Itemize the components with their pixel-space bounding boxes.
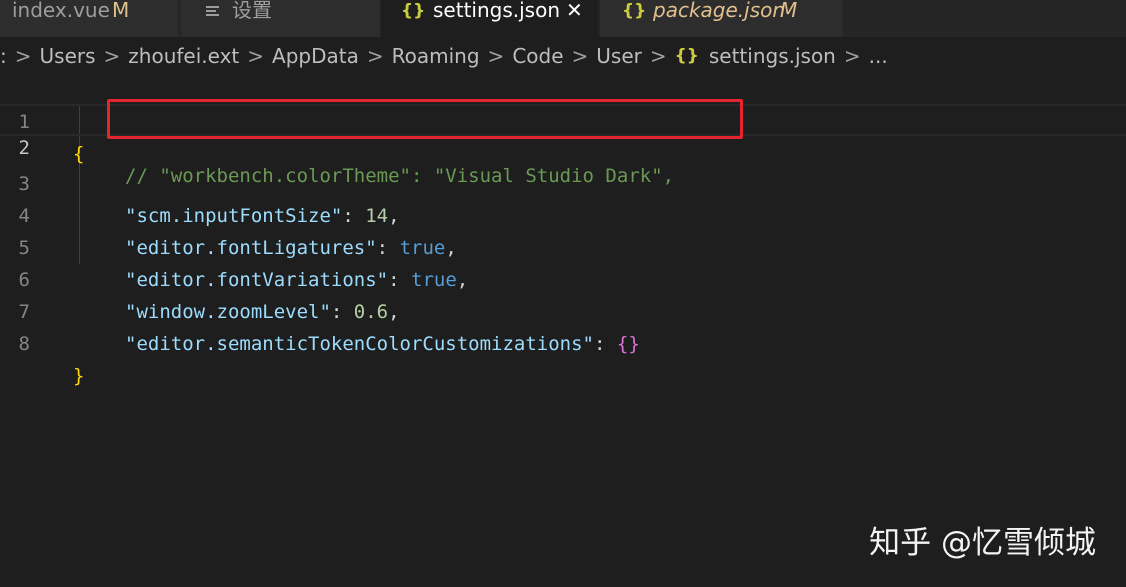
- tab-settings-json[interactable]: {} settings.json ✕: [381, 0, 598, 37]
- code-line-6[interactable]: 6 "window.zoomLevel": 0.6,: [0, 232, 1126, 323]
- chevron-right-icon: >: [843, 44, 861, 68]
- close-brace: }: [73, 365, 85, 387]
- breadcrumb-item[interactable]: Users: [40, 40, 96, 72]
- tab-label: package.json: [653, 0, 786, 22]
- tab-settings-ui[interactable]: 设置: [181, 0, 380, 37]
- code-line-3[interactable]: 3 "scm.inputFontSize": 14,: [0, 136, 1126, 227]
- tab-label: 设置: [232, 0, 272, 22]
- chevron-right-icon: >: [649, 44, 667, 68]
- line-number: 8: [18, 333, 30, 355]
- tab-index-vue[interactable]: index.vue M: [0, 0, 178, 37]
- chevron-right-icon: >: [247, 44, 265, 68]
- breadcrumb-lead: :: [0, 44, 7, 68]
- breadcrumb-item[interactable]: AppData: [272, 40, 359, 72]
- setting-key: "editor.semanticTokenColorCustomizations…: [125, 333, 594, 355]
- json-braces-icon: {}: [622, 1, 647, 21]
- editor-tab-bar: index.vue M 设置 {} settings.json ✕ {} pac…: [0, 0, 1126, 37]
- tab-label: settings.json: [433, 0, 561, 22]
- chevron-right-icon: >: [14, 44, 32, 68]
- modified-badge: M: [112, 0, 130, 22]
- breadcrumb: : > Users > zhoufei.ext > AppData > Roaming > Code…: [0, 40, 1126, 72]
- code-line-4[interactable]: 4 "editor.fontLigatures": true,: [0, 168, 1126, 259]
- tab-package-json[interactable]: {} package.json M: [600, 0, 843, 37]
- breadcrumb-item[interactable]: zhoufei.ext: [128, 40, 239, 72]
- close-icon[interactable]: ✕: [566, 0, 583, 20]
- breadcrumb-item[interactable]: Code: [512, 40, 563, 72]
- breadcrumb-file[interactable]: settings.json: [709, 40, 836, 72]
- breadcrumb-item[interactable]: Roaming: [392, 40, 480, 72]
- modified-badge: M: [780, 0, 798, 22]
- breadcrumb-item[interactable]: User: [596, 40, 642, 72]
- watermark: 知乎 @忆雪倾城: [869, 525, 1096, 561]
- red-highlight-box: [107, 99, 743, 139]
- chevron-right-icon: >: [571, 44, 589, 68]
- settings-lines-icon: [205, 2, 221, 22]
- code-line-8[interactable]: 8 }: [0, 296, 1126, 387]
- chevron-right-icon: >: [103, 44, 121, 68]
- code-line-7[interactable]: 7 "editor.semanticTokenColorCustomizatio…: [0, 264, 1126, 355]
- breadcrumb-tail[interactable]: ...: [869, 40, 888, 72]
- setting-value: {}: [616, 333, 640, 355]
- json-braces-icon: {}: [674, 46, 699, 66]
- tab-label: index.vue: [12, 0, 110, 22]
- code-editor[interactable]: 1 { 2 // "workbench.colorTheme": "Visual…: [0, 72, 1126, 587]
- chevron-right-icon: >: [366, 44, 384, 68]
- chevron-right-icon: >: [487, 44, 505, 68]
- json-braces-icon: {}: [401, 1, 426, 21]
- code-line-5[interactable]: 5 "editor.fontVariations": true,: [0, 200, 1126, 291]
